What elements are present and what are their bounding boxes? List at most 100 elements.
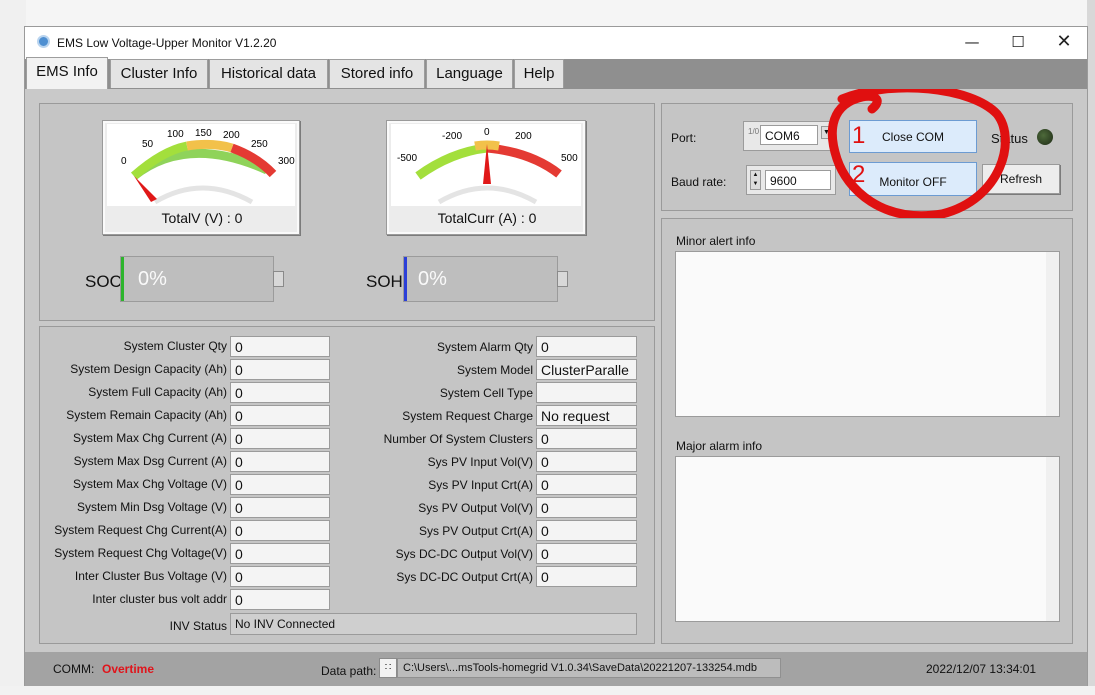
soh-label: SOH (366, 272, 403, 291)
current-label: TotalCurr (A) : (437, 210, 525, 226)
current-gauge: -500 -200 0 200 500 TotalCurr (A) : 0 (386, 120, 586, 235)
major-alarm-label: Major alarm info (676, 439, 763, 453)
port-spinner-icon: 1/0 (748, 127, 760, 136)
soc-slider-handle (273, 271, 284, 287)
maximize-icon[interactable]: ☐ (995, 27, 1041, 59)
system-right-label: Sys PV Input Crt(A) (428, 478, 533, 492)
system-right-label: Number Of System Clusters (383, 432, 533, 446)
soh-slider-handle (557, 271, 568, 287)
current-tick-200: 200 (515, 131, 532, 142)
soc-bar-fill (121, 257, 124, 301)
tab-language[interactable]: Language (426, 59, 513, 88)
annotation-number-1: 1 (852, 122, 866, 149)
tab-stored-info[interactable]: Stored info (329, 59, 425, 88)
system-right-value: 0 (536, 497, 637, 518)
current-readout: TotalCurr (A) : 0 (387, 210, 587, 226)
status-bar: COMM: Overtime Data path: ∷ C:\Users\...… (25, 652, 1087, 686)
voltage-gauge-face: 0 50 100 150 200 250 300 (107, 124, 295, 206)
soc-bar: 0% (120, 256, 284, 302)
voltage-tick-50: 50 (142, 139, 154, 150)
voltage-label: TotalV (V) : (161, 210, 231, 226)
desktop-background-left (0, 0, 26, 695)
system-right-label: System Alarm Qty (436, 340, 533, 354)
system-right-value: 0 (536, 566, 637, 587)
port-label: Port: (671, 131, 697, 145)
baud-rate-label: Baud rate: (671, 175, 727, 189)
app-window: EMS Low Voltage-Upper Monitor V1.2.20 — … (24, 26, 1088, 686)
voltage-tick-250: 250 (251, 139, 268, 150)
minor-alert-label: Minor alert info (676, 234, 756, 248)
desktop-background-right (1087, 0, 1095, 695)
soc-label: SOC (85, 272, 122, 291)
spinner-icon[interactable]: ▲ ▼ (750, 170, 761, 190)
tab-ems-info[interactable]: EMS Info (26, 57, 108, 89)
current-tick-neg500: -500 (397, 153, 417, 164)
major-alarm-textarea[interactable] (675, 456, 1060, 622)
system-right-value: 0 (536, 428, 637, 449)
comm-value: Overtime (102, 662, 155, 676)
soh-bar: 0% (403, 256, 568, 302)
current-value: 0 (528, 210, 537, 226)
alerts-panel: Minor alert info Major alarm info (661, 218, 1073, 644)
system-right-label: Sys PV Output Crt(A) (418, 524, 533, 538)
window-title: EMS Low Voltage-Upper Monitor V1.2.20 (57, 36, 277, 50)
datetime: 2022/12/07 13:34:01 (926, 662, 1037, 676)
voltage-tick-100: 100 (167, 129, 184, 140)
system-right-label: System Cell Type (439, 386, 533, 400)
system-right-value: 0 (536, 543, 637, 564)
soh-value: 0% (418, 268, 447, 290)
status-indicator-icon (1037, 129, 1053, 145)
connection-panel: Port: 1/0 COM6 ▼ Baud rate: ▲ ▼ 9600 Clos… (661, 89, 1073, 221)
system-right-fields: System Alarm Qty 0 System Model ClusterPara… (40, 327, 656, 645)
tab-historical-data[interactable]: Historical data (209, 59, 328, 88)
system-right-label: System Model (456, 363, 533, 377)
port-value: COM6 (760, 125, 818, 145)
system-right-label: System Request Charge (402, 409, 533, 423)
folder-tree-icon[interactable]: ∷ (379, 658, 397, 678)
system-info-panel: System Cluster Qty 0 System Design Capacit… (39, 326, 655, 644)
system-right-value (536, 382, 637, 403)
voltage-tick-0: 0 (121, 156, 127, 167)
voltage-value: 0 (234, 210, 243, 226)
current-tick-neg200: -200 (442, 131, 462, 142)
system-right-value: 0 (536, 336, 637, 357)
app-icon (37, 35, 50, 48)
annotation-stroke (827, 89, 1010, 221)
system-right-value: 0 (536, 474, 637, 495)
tab-cluster-info[interactable]: Cluster Info (110, 59, 208, 88)
close-icon[interactable]: ✕ (1041, 27, 1087, 59)
system-right-label: Sys PV Input Vol(V) (427, 455, 533, 469)
tab-help[interactable]: Help (514, 59, 564, 88)
minor-alert-textarea[interactable] (675, 251, 1060, 417)
system-right-label: Sys PV Output Vol(V) (418, 501, 533, 515)
current-tick-500: 500 (561, 153, 578, 164)
system-right-value: 0 (536, 451, 637, 472)
data-path-value[interactable]: C:\Users\...msTools-homegrid V1.0.34\Sav… (397, 658, 781, 678)
desktop-background-bottom (0, 686, 1095, 695)
data-path-label: Data path: (321, 664, 377, 678)
current-gauge-face: -500 -200 0 200 500 (391, 124, 581, 206)
inv-status-value: No INV Connected (230, 613, 637, 635)
voltage-tick-150: 150 (195, 128, 212, 139)
voltage-tick-300: 300 (278, 156, 295, 167)
inv-status-label: INV Status (169, 619, 227, 633)
minimize-icon[interactable]: — (949, 27, 995, 59)
current-tick-0: 0 (484, 127, 490, 138)
major-alarm-scrollbar[interactable] (1046, 457, 1059, 621)
voltage-gauge: 0 50 100 150 200 250 300 TotalV (V) : 0 (102, 120, 300, 235)
comm-label: COMM: (53, 662, 95, 676)
annotation-number-2: 2 (852, 161, 866, 188)
system-right-value: No request (536, 405, 637, 426)
minor-alert-scrollbar[interactable] (1046, 252, 1059, 416)
soh-bar-fill (404, 257, 407, 301)
voltage-tick-200: 200 (223, 130, 240, 141)
desktop-background-top (0, 0, 1095, 26)
system-right-label: Sys DC-DC Output Crt(A) (396, 570, 533, 584)
gauge-panel: 0 50 100 150 200 250 300 TotalV (V) : 0 (39, 103, 655, 321)
system-right-value: 0 (536, 520, 637, 541)
title-bar[interactable]: EMS Low Voltage-Upper Monitor V1.2.20 — … (25, 27, 1087, 59)
system-right-value: ClusterParalle (536, 359, 637, 380)
system-right-label: Sys DC-DC Output Vol(V) (395, 547, 533, 561)
soc-value: 0% (138, 268, 167, 290)
annotation-circle (827, 89, 1010, 221)
